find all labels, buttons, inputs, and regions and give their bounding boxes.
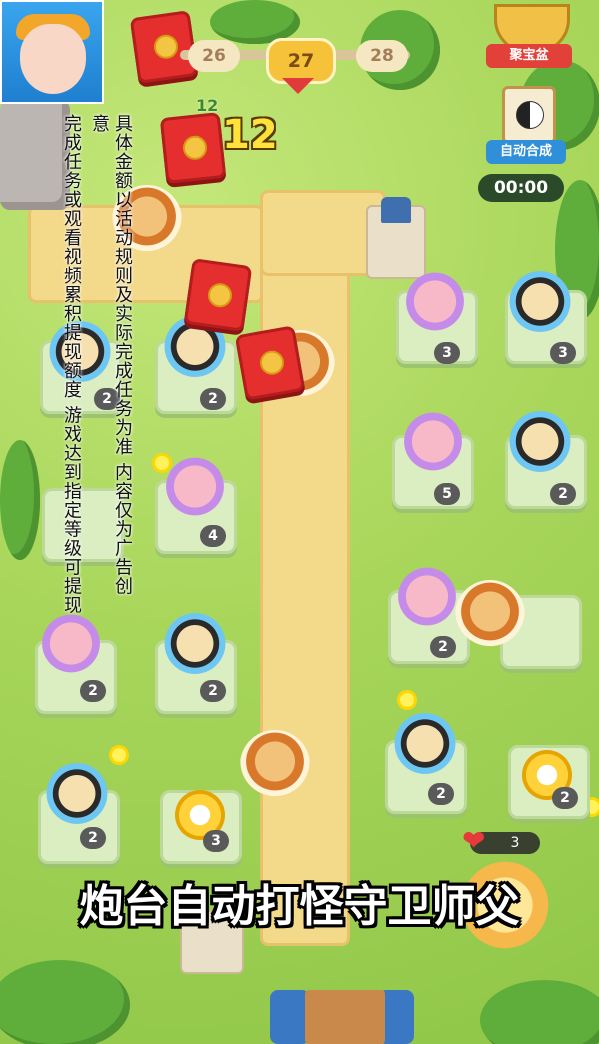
auto-merge-timer: 00:00 [478,174,564,202]
red-packet-icon[interactable] [129,10,199,84]
unit-level-badge: 3 [203,830,229,852]
taiji-icon [516,101,544,129]
pig-unit[interactable] [160,455,230,525]
flower-decoration [400,693,414,707]
guard-unit[interactable] [160,612,230,682]
game-board: 3 3 2 2 5 2 4 2 2 2 2 2 2 3 12 12 26 27 … [0,0,599,1044]
wave-counter: 12 [222,112,278,158]
guard-unit[interactable] [42,762,112,832]
player-avatar[interactable] [0,0,104,104]
bush-decoration [0,440,40,560]
enemy-path-center [260,195,350,946]
guard-unit[interactable] [505,270,575,340]
red-packet-icon[interactable] [159,112,227,184]
monkey-king-unit[interactable] [455,580,525,650]
bush-decoration [0,960,130,1044]
auto-merge-label: 自动合成 [486,140,566,164]
pig-unit[interactable] [36,612,106,682]
stage-ribbon-icon [282,78,314,94]
treasure-bowl-button[interactable]: 聚宝盆 [484,0,574,70]
auto-merge-button[interactable]: 自动合成 [486,86,566,168]
barrel-blue [270,990,310,1044]
stone-lantern [366,197,426,279]
unit-level-badge: 2 [200,388,226,410]
red-packet-icon[interactable] [234,325,306,401]
pig-unit[interactable] [392,565,462,635]
avatar-face [20,24,86,94]
guard-unit[interactable] [390,712,460,782]
wooden-gate [305,990,385,1044]
unit-level-badge: 2 [80,827,106,849]
stage-next: 28 [356,40,408,72]
unit-level-badge: 2 [550,483,576,505]
unit-level-badge: 2 [428,783,454,805]
disclaimer-column-2: 完成任务或观看视频累积提现额度 游戏达到指定等级可提现 [61,114,82,615]
unit-level-badge: 3 [550,342,576,364]
unit-level-badge: 2 [200,680,226,702]
heart-icon: ❤ [462,824,486,857]
flower-decoration [112,748,126,762]
unit-level-badge: 3 [434,342,460,364]
wave-counter-small: 12 [196,96,219,115]
red-packet-icon[interactable] [183,258,253,332]
promo-caption: 炮台自动打怪守卫师父 [79,881,520,932]
monkey-king-unit[interactable] [240,730,310,800]
pig-unit[interactable] [400,270,470,340]
unit-level-badge: 5 [434,483,460,505]
treasure-bowl-label: 聚宝盆 [486,44,572,68]
disclaimer-column-1: 具体金额以活动规则及实际完成任务为准 内容仅为广告创意 [89,114,133,596]
unit-level-badge: 4 [200,525,226,547]
bush-decoration [480,980,599,1044]
pig-unit[interactable] [398,410,468,480]
unit-level-badge: 2 [430,636,456,658]
unit-level-badge: 2 [80,680,106,702]
scroll-icon [502,86,556,144]
unit-level-badge: 2 [552,787,578,809]
guard-unit[interactable] [505,410,575,480]
stage-prev: 26 [188,40,240,72]
